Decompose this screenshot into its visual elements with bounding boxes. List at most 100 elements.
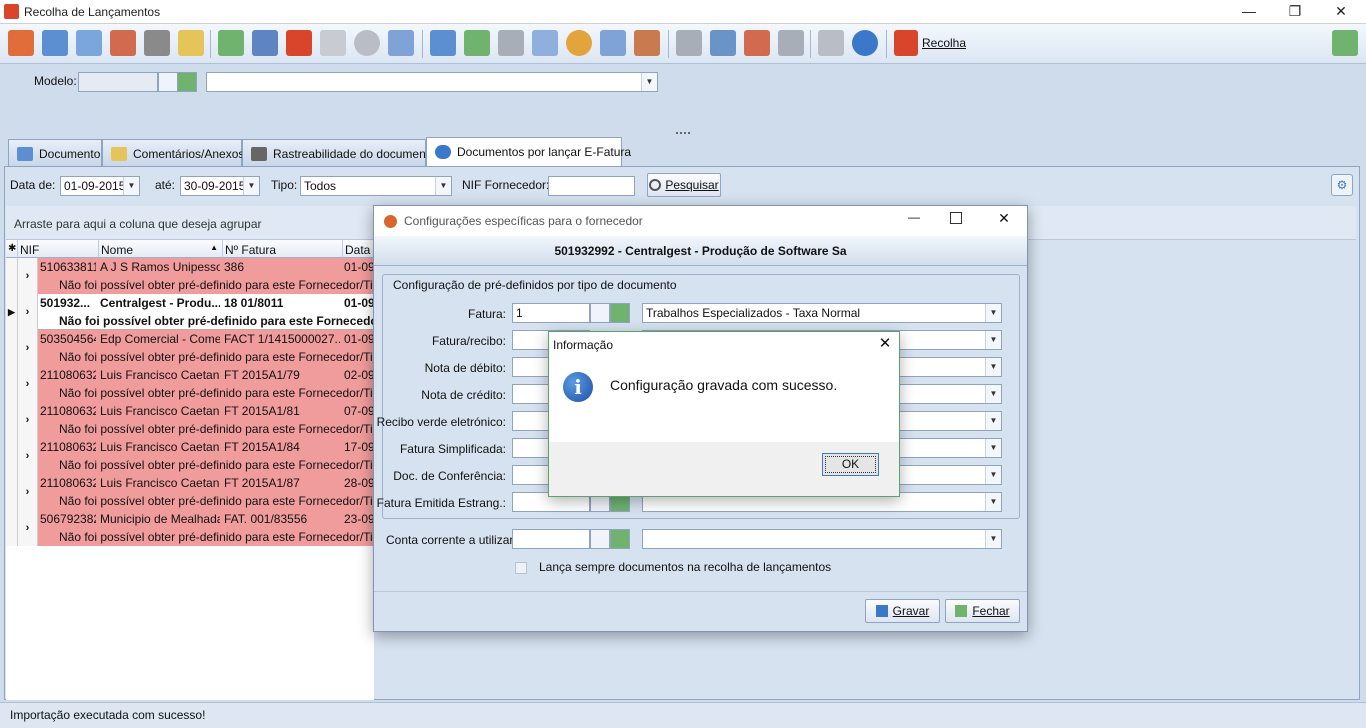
save-icon	[875, 605, 888, 617]
gear-icon[interactable]: ⚙	[1331, 174, 1353, 196]
date-to-input[interactable]: 30-09-2015 ▼	[180, 176, 260, 196]
copy-icon[interactable]	[320, 30, 346, 56]
lookup-icon[interactable]	[610, 529, 630, 549]
info-dialog: Informação ✕ i Configuração gravada com …	[548, 331, 900, 497]
trace-icon	[251, 147, 267, 161]
expand-icon[interactable]: ›	[18, 474, 38, 510]
users-icon[interactable]	[252, 30, 278, 56]
table-row[interactable]: › 211080632 Luis Francisco Caetan... FT 20…	[6, 438, 374, 474]
expand-icon[interactable]: ›	[18, 510, 38, 546]
help-icon[interactable]	[852, 30, 878, 56]
search-icon	[649, 179, 662, 191]
header-fatura[interactable]: Nº Fatura	[223, 240, 343, 258]
table-row-selected[interactable]: ▶ › 501932... Centralgest - Produ... 18 01/…	[6, 294, 374, 330]
maximize-button[interactable]	[950, 212, 962, 224]
grid-blue-icon[interactable]	[42, 30, 68, 56]
cut-icon[interactable]	[144, 30, 170, 56]
sort-up-icon: ▲	[210, 243, 218, 252]
separator	[422, 30, 423, 58]
modelo-code-input[interactable]	[78, 72, 158, 92]
printer-icon[interactable]	[778, 30, 804, 56]
document-icon[interactable]	[218, 30, 244, 56]
table-row[interactable]: › 211080632 Luis Francisco Caetan... FT 20…	[6, 402, 374, 438]
expand-icon[interactable]: ›	[18, 330, 38, 366]
lookup-icon[interactable]	[610, 303, 630, 323]
recolha-button[interactable]: Recolha	[892, 30, 972, 56]
divider	[374, 591, 1027, 592]
report-icon[interactable]	[532, 30, 558, 56]
exit-icon	[955, 605, 968, 617]
supplier-header: 501932992 - Centralgest - Produção de So…	[374, 236, 1027, 266]
pesquisar-button[interactable]: Pesquisar	[647, 173, 721, 197]
download-icon[interactable]	[430, 30, 456, 56]
fechar-button[interactable]: Fechar	[945, 599, 1020, 623]
header-nif[interactable]: NIF	[18, 240, 99, 258]
date-from-label: Data de:	[10, 178, 56, 192]
header-nome[interactable]: Nome ▲	[99, 240, 223, 258]
grid-edit-icon[interactable]	[76, 30, 102, 56]
cards-icon[interactable]	[744, 30, 770, 56]
grid-delete-icon[interactable]	[110, 30, 136, 56]
restore-button[interactable]: ❐	[1272, 0, 1318, 24]
calculator-icon[interactable]	[498, 30, 524, 56]
table-row[interactable]: › 503504564 Edp Comercial - Come... FACT 1…	[6, 330, 374, 366]
minimize-button[interactable]: —	[904, 210, 924, 224]
header-data[interactable]: Data E	[343, 240, 374, 258]
date-from-input[interactable]: 01-09-2015 ▼	[60, 176, 140, 196]
close-button[interactable]: ✕	[875, 334, 895, 356]
expand-icon[interactable]: ›	[18, 258, 38, 294]
search-icon[interactable]	[158, 72, 178, 92]
tab-documento[interactable]: Documento	[8, 139, 102, 166]
search-doc-icon[interactable]	[600, 30, 626, 56]
tools-icon[interactable]	[710, 30, 736, 56]
coins-icon[interactable]	[566, 30, 592, 56]
settings-doc-icon[interactable]	[388, 30, 414, 56]
expand-icon[interactable]: ›	[18, 438, 38, 474]
refresh-icon[interactable]	[464, 30, 490, 56]
money-doc-icon[interactable]	[634, 30, 660, 56]
table-row[interactable]: › 510633811 A J S Ramos Unipesso... 386 01-…	[6, 258, 374, 294]
search-icon[interactable]	[590, 303, 610, 323]
config-title-bar: Configurações específicas para o fornece…	[374, 206, 1027, 236]
separator	[810, 30, 811, 58]
table-row[interactable]: › 506792382 Municipio de Mealhada FAT. 001…	[6, 510, 374, 546]
disabled-icon[interactable]	[354, 30, 380, 56]
close-button[interactable]: ✕	[994, 210, 1014, 227]
chevron-down-icon: ▼	[985, 385, 1001, 403]
chevron-down-icon: ▼	[985, 493, 1001, 511]
chevron-down-icon: ▼	[641, 73, 657, 91]
filter-bar: Modelo: ▼	[0, 64, 1366, 134]
table-row[interactable]: › 211080632 Luis Francisco Caetan... FT 20…	[6, 366, 374, 402]
expand-icon[interactable]: ›	[18, 294, 38, 330]
lookup-icon[interactable]	[177, 72, 197, 92]
clear-icon[interactable]	[178, 30, 204, 56]
tipo-select[interactable]: Todos ▼	[300, 176, 452, 196]
export-icon[interactable]	[676, 30, 702, 56]
expand-icon[interactable]: ›	[18, 402, 38, 438]
grid-icon[interactable]	[8, 30, 34, 56]
modelo-desc-select[interactable]: ▼	[206, 72, 658, 92]
back-icon[interactable]	[818, 30, 844, 56]
exit-icon[interactable]	[1332, 30, 1358, 56]
splitter-handle[interactable]	[676, 132, 690, 134]
minimize-button[interactable]: —	[1226, 0, 1272, 24]
expand-icon[interactable]: ›	[18, 366, 38, 402]
tab-efatura[interactable]: Documentos por lançar E-Fatura	[426, 137, 631, 167]
ok-button[interactable]: OK	[822, 453, 879, 476]
group-title: Configuração de pré-definidos por tipo d…	[393, 278, 677, 292]
conta-input[interactable]	[512, 529, 590, 549]
fatura-input[interactable]: 1	[512, 303, 590, 323]
header-selector[interactable]: ✱	[6, 240, 18, 258]
search-icon[interactable]	[590, 529, 610, 549]
nif-input[interactable]	[548, 176, 635, 196]
tab-comentarios[interactable]: Comentários/Anexos	[102, 139, 244, 166]
lanca-sempre-checkbox[interactable]	[515, 562, 527, 574]
gravar-button[interactable]: Gravar	[865, 599, 940, 623]
close-button[interactable]: ✕	[1318, 0, 1364, 24]
tab-rastreabilidade[interactable]: Rastreabilidade do documento	[242, 139, 436, 166]
recolha-label: Recolha	[922, 36, 967, 50]
fatura-desc-select[interactable]: Trabalhos Especializados - Taxa Normal ▼	[642, 303, 1002, 323]
import-icon[interactable]	[286, 30, 312, 56]
table-row[interactable]: › 211080632 Luis Francisco Caetan... FT 20…	[6, 474, 374, 510]
conta-select[interactable]: ▼	[642, 529, 1002, 549]
